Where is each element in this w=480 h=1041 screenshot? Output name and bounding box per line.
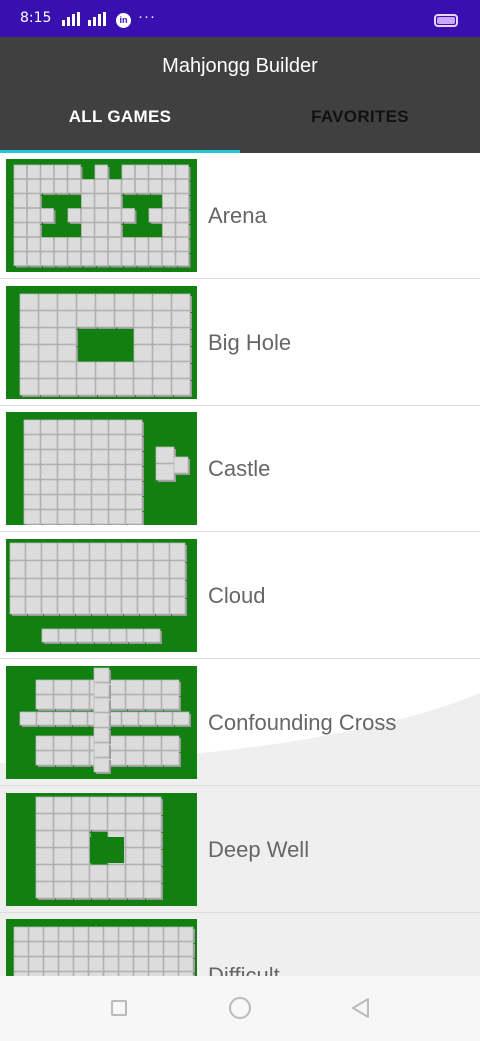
games-list[interactable]: Arena Big Hole Castle Cloud Confounding Cros… xyxy=(0,153,480,976)
game-name: Big Hole xyxy=(208,329,292,355)
game-name: Arena xyxy=(208,203,267,228)
list-item[interactable]: Castle xyxy=(0,406,480,533)
board-preview-image xyxy=(6,159,197,272)
tab-all-games[interactable]: ALL GAMES xyxy=(0,107,240,127)
status-bar: 8:15 in ··· xyxy=(0,0,480,37)
navigation-bar xyxy=(0,976,480,1041)
list-item[interactable]: Cloud xyxy=(0,533,480,660)
game-name: Castle xyxy=(208,456,271,482)
game-name: Deep Well xyxy=(208,836,310,862)
battery-icon xyxy=(434,14,458,27)
list-item[interactable]: Difficult xyxy=(0,913,480,976)
status-time: 8:15 xyxy=(20,10,52,26)
board-preview-image xyxy=(6,285,197,399)
game-name: Cloud xyxy=(208,583,266,609)
board-preview-image xyxy=(6,412,197,526)
linkedin-icon: in xyxy=(116,13,131,28)
board-preview-image xyxy=(6,792,197,906)
board-preview-image xyxy=(6,665,197,779)
recents-square-icon[interactable] xyxy=(111,1000,127,1016)
list-item[interactable]: Deep Well xyxy=(0,787,480,913)
signal-icon-2 xyxy=(88,12,106,26)
board-preview-image xyxy=(6,539,197,653)
tab-favorites[interactable]: FAVORITES xyxy=(240,107,480,127)
more-notifications-icon: ··· xyxy=(138,8,156,25)
back-triangle-icon[interactable] xyxy=(350,997,370,1019)
list-item[interactable]: Arena xyxy=(0,153,480,279)
game-name: Confounding Cross xyxy=(208,709,397,735)
list-item[interactable]: Big Hole xyxy=(0,280,480,406)
page-title: Mahjongg Builder xyxy=(162,55,318,77)
signal-icon xyxy=(62,12,80,26)
board-preview-image xyxy=(6,919,197,976)
app-bar: Mahjongg Builder ALL GAMES FAVORITES xyxy=(0,37,480,153)
list-item[interactable]: Confounding Cross xyxy=(0,660,480,786)
game-name: Difficult xyxy=(208,963,280,976)
home-circle-icon[interactable] xyxy=(229,997,251,1019)
